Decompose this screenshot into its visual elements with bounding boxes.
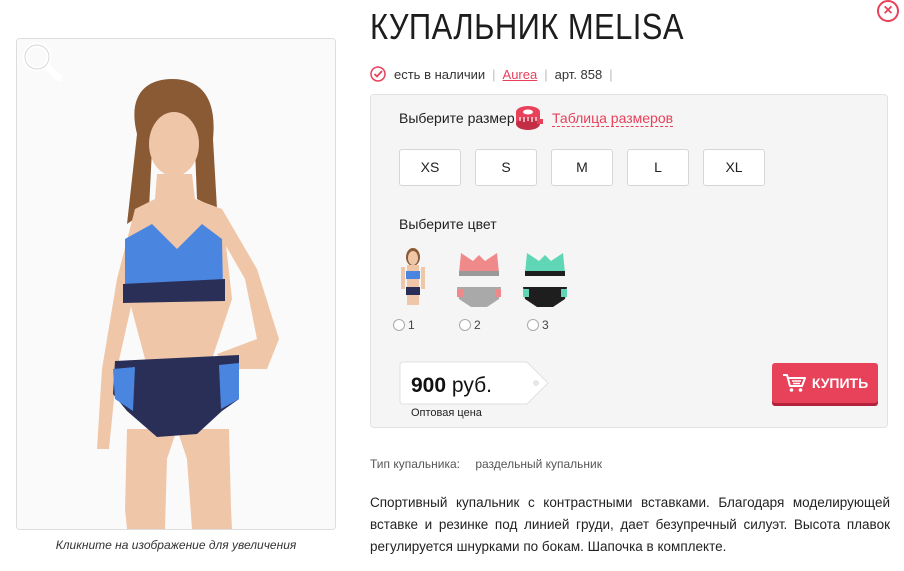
close-button[interactable]: × — [877, 0, 899, 22]
size-option-xs[interactable]: XS — [399, 149, 461, 186]
size-option-l[interactable]: L — [627, 149, 689, 186]
radio-button[interactable] — [527, 319, 539, 331]
separator: | — [492, 66, 496, 82]
price-value: 900 руб. — [411, 374, 492, 398]
article-number: арт. 858 — [554, 66, 603, 82]
price-note: Оптовая цена — [411, 407, 482, 419]
color-label: Выберите цвет — [399, 216, 497, 232]
measuring-tape-icon[interactable] — [515, 105, 543, 131]
radio-button[interactable] — [459, 319, 471, 331]
radio-button[interactable] — [393, 319, 405, 331]
swimsuit-type: Тип купальника: раздельный купальник — [370, 457, 602, 471]
size-table-link[interactable]: Таблица размеров — [552, 110, 674, 127]
color-option-2[interactable]: 2 — [459, 318, 481, 332]
availability-status: есть в наличии — [394, 66, 486, 82]
color-swatch-3[interactable] — [515, 245, 575, 315]
separator: | — [609, 66, 613, 82]
brand-link[interactable]: Aurea — [503, 67, 538, 82]
cart-icon — [782, 374, 806, 392]
close-icon: × — [883, 2, 893, 19]
product-title: КУПАЛЬНИК MELISA — [370, 6, 684, 47]
magnifier-icon[interactable] — [17, 39, 67, 83]
price-amount: 900 — [411, 374, 447, 397]
type-label: Тип купальника: — [370, 457, 460, 471]
color-swatch-1[interactable] — [383, 245, 443, 315]
photo-caption: Кликните на изображение для увеличения — [55, 538, 297, 552]
size-label: Выберите размер — [399, 110, 515, 126]
color-option-3[interactable]: 3 — [527, 318, 549, 332]
buy-button-label: КУПИТЬ — [811, 375, 869, 391]
separator: | — [544, 66, 548, 82]
product-photo[interactable] — [16, 38, 336, 530]
product-meta: есть в наличии | Aurea | арт. 858 | — [370, 65, 620, 83]
buy-button[interactable]: КУПИТЬ — [772, 363, 878, 403]
price-currency: руб. — [451, 374, 492, 397]
color-option-label: 2 — [474, 318, 481, 332]
options-panel: Выберите размер Таблица размеров XS S M … — [370, 94, 888, 428]
color-swatch-2[interactable] — [449, 245, 509, 315]
color-option-1[interactable]: 1 — [393, 318, 415, 332]
size-option-m[interactable]: M — [551, 149, 613, 186]
product-description: Спортивный купальник с контрастными вста… — [370, 495, 890, 554]
size-option-xl[interactable]: XL — [703, 149, 765, 186]
color-option-label: 3 — [542, 318, 549, 332]
size-option-s[interactable]: S — [475, 149, 537, 186]
color-option-label: 1 — [408, 318, 415, 332]
check-circle-icon — [370, 66, 386, 82]
model-illustration — [17, 39, 335, 529]
type-value: раздельный купальник — [475, 457, 603, 471]
